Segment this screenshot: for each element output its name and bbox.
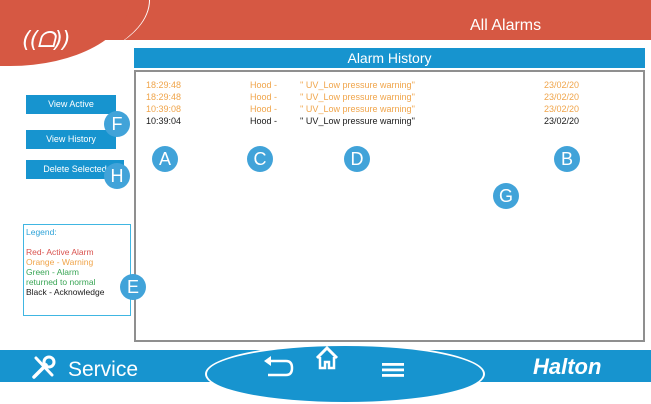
service-button[interactable]: Service bbox=[68, 358, 138, 382]
legend-box: Legend: Red- Active Alarm Orange - Warni… bbox=[23, 224, 131, 316]
alarm-message: '' UV_Low pressure warning'' bbox=[300, 80, 415, 90]
marker-a: A bbox=[152, 146, 178, 172]
wrench-screwdriver-icon[interactable] bbox=[30, 355, 60, 383]
legend-black: Black - Acknowledge bbox=[26, 287, 105, 297]
home-icon[interactable] bbox=[314, 345, 340, 376]
alarm-time: 10:39:04 bbox=[146, 116, 182, 126]
alarm-time: 10:39:08 bbox=[146, 104, 182, 114]
marker-e: E bbox=[120, 274, 146, 300]
alarm-source: Hood - bbox=[250, 92, 278, 102]
legend-green-continued: returned to normal bbox=[26, 277, 96, 287]
alarm-source: Hood - bbox=[250, 80, 278, 90]
alarm-source: Hood - bbox=[250, 104, 278, 114]
view-active-button[interactable]: View Active bbox=[26, 95, 116, 114]
alarm-date: 23/02/20 bbox=[544, 92, 580, 102]
menu-icon[interactable] bbox=[382, 362, 404, 383]
alarm-bell-icon[interactable]: ((ᗝ)) bbox=[22, 28, 71, 53]
halton-logo: Halton bbox=[533, 354, 602, 379]
alarm-row[interactable]: 10:39:08 Hood - '' UV_Low pressure warni… bbox=[136, 104, 643, 115]
marker-h: H bbox=[104, 163, 130, 189]
alarm-date: 23/02/20 bbox=[544, 104, 580, 114]
legend-orange: Orange - Warning bbox=[26, 257, 94, 267]
alarm-row[interactable]: 18:29:48 Hood - '' UV_Low pressure warni… bbox=[136, 80, 643, 91]
alarm-message: '' UV_Low pressure warning'' bbox=[300, 104, 415, 114]
marker-b: B bbox=[554, 146, 580, 172]
alarm-message: '' UV_Low pressure warning'' bbox=[300, 92, 415, 102]
alarm-row[interactable]: 18:29:48 Hood - '' UV_Low pressure warni… bbox=[136, 92, 643, 103]
marker-f: F bbox=[104, 111, 130, 137]
legend-green: Green - Alarm bbox=[26, 267, 79, 277]
view-history-button[interactable]: View History bbox=[26, 130, 116, 149]
marker-g: G bbox=[493, 183, 519, 209]
alarm-history-list[interactable]: 18:29:48 Hood - '' UV_Low pressure warni… bbox=[134, 70, 645, 342]
alarm-history-title: Alarm History bbox=[134, 48, 645, 68]
alarm-date: 23/02/20 bbox=[544, 80, 580, 90]
marker-d: D bbox=[344, 146, 370, 172]
alarm-source: Hood - bbox=[250, 116, 278, 126]
alarm-time: 18:29:48 bbox=[146, 80, 182, 90]
nav-arc bbox=[205, 344, 485, 404]
marker-c: C bbox=[247, 146, 273, 172]
alarm-date: 23/02/20 bbox=[544, 116, 580, 126]
page-title: All Alarms bbox=[470, 17, 542, 34]
alarm-row[interactable]: 10:39:04 Hood - '' UV_Low pressure warni… bbox=[136, 116, 643, 127]
alarm-message: '' UV_Low pressure warning'' bbox=[300, 116, 415, 126]
alarm-time: 18:29:48 bbox=[146, 92, 182, 102]
back-arrow-icon[interactable] bbox=[260, 356, 294, 383]
legend-title: Legend: bbox=[26, 227, 57, 237]
legend-red: Red- Active Alarm bbox=[26, 247, 94, 257]
